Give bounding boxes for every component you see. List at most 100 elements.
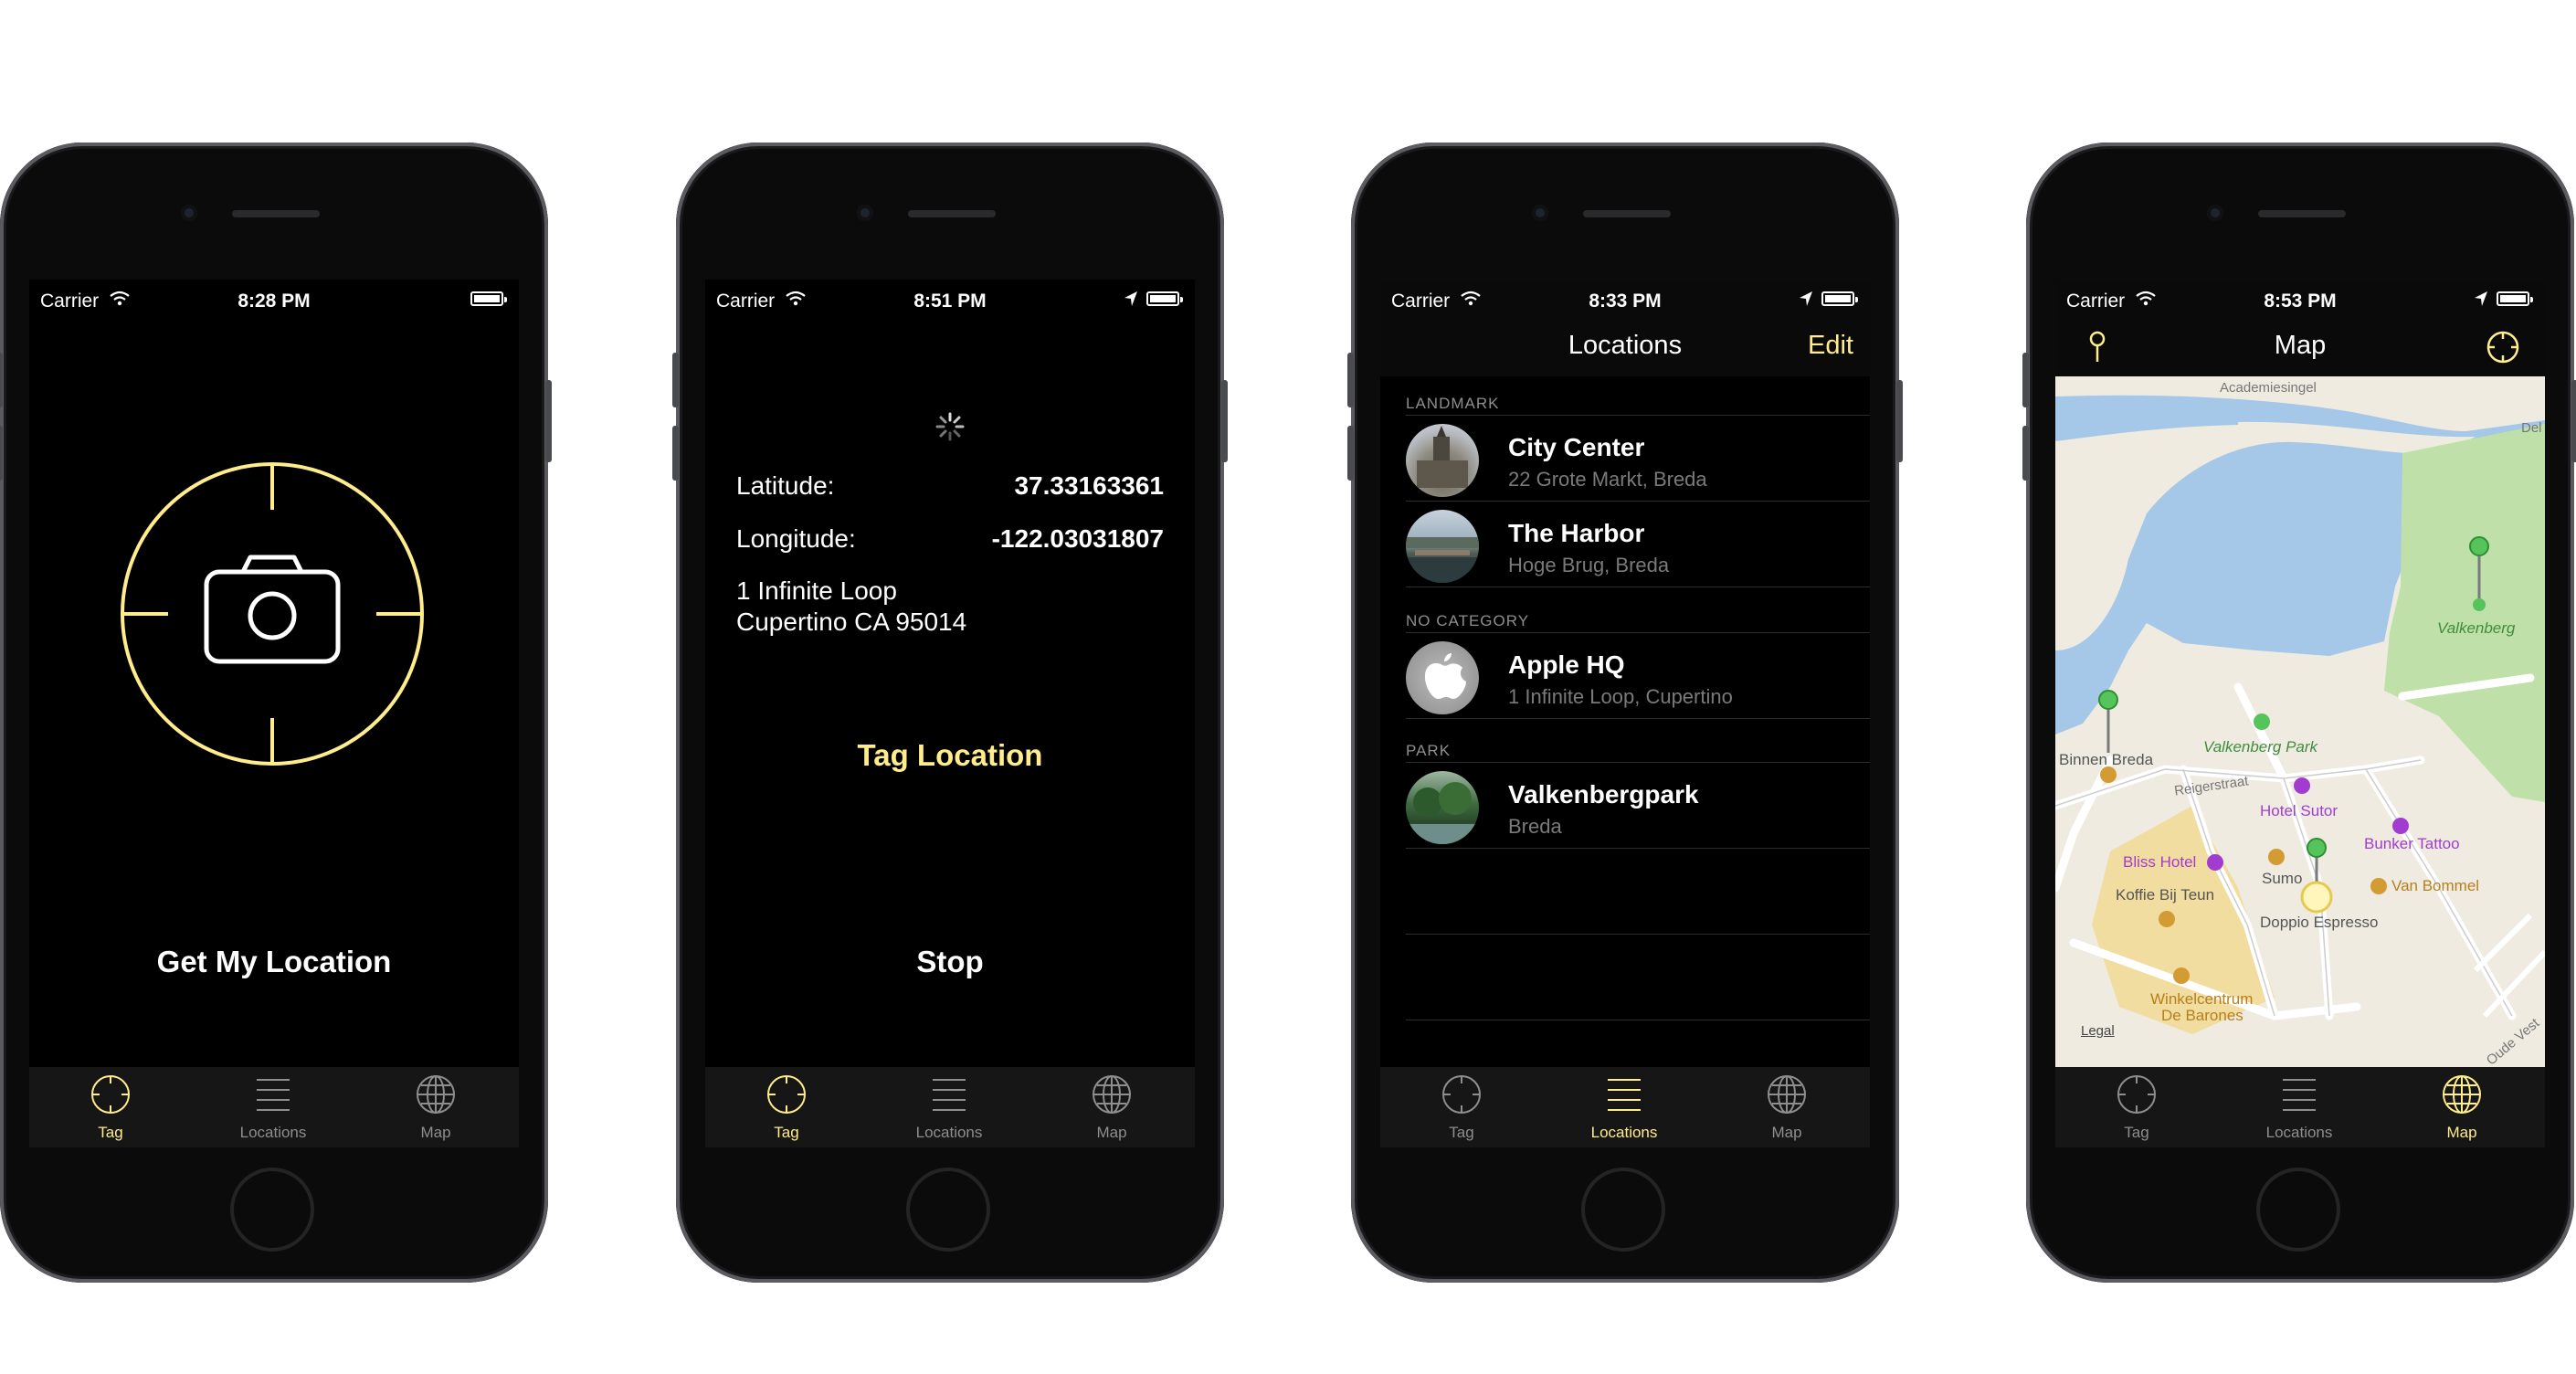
map-label: Bliss Hotel: [2123, 853, 2197, 871]
status-time: 8:51 PM: [913, 291, 987, 312]
street-label: Academiesingel: [2220, 380, 2317, 396]
tab-label: Map: [2446, 1124, 2477, 1141]
volume-button: [2022, 353, 2029, 407]
tab-bar: Tag Locations Map: [705, 1067, 1195, 1147]
battery-icon: [1821, 291, 1858, 306]
home-button[interactable]: [2256, 1168, 2340, 1252]
crosshair-icon[interactable]: [2485, 329, 2521, 365]
map-label: Van Bommel: [2391, 877, 2480, 894]
tab-locations[interactable]: Locations: [868, 1067, 1030, 1147]
tab-tag[interactable]: Tag: [2055, 1067, 2218, 1147]
section-header: NO CATEGORY: [1406, 612, 1530, 629]
status-time: 8:53 PM: [2264, 291, 2337, 312]
map-view[interactable]: Academiesingel Del Valkenberg Valkenberg…: [2055, 376, 2545, 1067]
section-header: LANDMARK: [1406, 395, 1500, 412]
screen: Carrier 8:28 PM Get My Location Tag Loca…: [29, 280, 519, 1147]
activity-spinner-icon: [935, 412, 965, 441]
list-icon: [2283, 1079, 2316, 1111]
list-item[interactable]: Apple HQ 1 Infinite Loop, Cupertino: [1406, 634, 1870, 719]
volume-button: [1347, 353, 1354, 407]
location-arrow-icon: [2475, 291, 2487, 306]
section-header: PARK: [1406, 742, 1452, 759]
crosshair-icon: [2117, 1075, 2156, 1114]
power-button: [2571, 380, 2576, 462]
latitude-value: 37.33163361: [1014, 471, 1164, 500]
legal-link[interactable]: Legal: [2081, 1023, 2115, 1039]
divider: [1406, 415, 1870, 416]
earpiece-speaker: [908, 210, 996, 217]
tab-bar: Tag Locations Map: [29, 1067, 519, 1147]
get-my-location-button[interactable]: Get My Location: [29, 945, 519, 979]
phone-locations-screen: Carrier 8:33 PM Locations Edit LANDMARK …: [1347, 143, 1903, 1283]
longitude-value: -122.03031807: [991, 524, 1164, 553]
navigation-bar: Map: [2055, 316, 2545, 376]
tab-map[interactable]: Map: [1030, 1067, 1193, 1147]
home-button[interactable]: [230, 1168, 314, 1252]
tab-label: Locations: [1590, 1124, 1658, 1141]
camera-crosshair-icon[interactable]: [117, 459, 428, 769]
tab-label: Locations: [915, 1124, 983, 1141]
list-item[interactable]: The Harbor Hoge Brug, Breda: [1406, 502, 1870, 587]
volume-button: [672, 426, 679, 481]
tab-tag[interactable]: Tag: [705, 1067, 868, 1147]
divider: [1406, 632, 1870, 633]
list-item[interactable]: Valkenbergpark Breda: [1406, 764, 1870, 849]
harbor-thumbnail: [1406, 510, 1479, 583]
tab-map[interactable]: Map: [1705, 1067, 1868, 1147]
map-label: Bunker Tattoo: [2364, 835, 2460, 852]
tab-locations[interactable]: Locations: [192, 1067, 354, 1147]
tab-label: Tag: [2124, 1124, 2149, 1141]
tab-tag[interactable]: Tag: [29, 1067, 192, 1147]
map-canvas: [2055, 395, 2545, 1034]
locations-list: LANDMARK City Center 22 Grote Markt, Bre…: [1380, 376, 1870, 1067]
map-label: Valkenberg Park: [2203, 738, 2318, 756]
tab-locations[interactable]: Locations: [1543, 1067, 1705, 1147]
tab-label: Tag: [774, 1124, 799, 1141]
address-line-1: 1 Infinite Loop: [736, 576, 897, 605]
navigation-bar: Locations Edit: [1380, 316, 1870, 376]
battery-icon: [1146, 291, 1183, 306]
status-bar: Carrier 8:53 PM: [2055, 280, 2545, 316]
page-title: Locations: [1568, 331, 1683, 360]
list-icon: [1608, 1079, 1641, 1111]
tab-map[interactable]: Map: [354, 1067, 517, 1147]
front-camera: [1532, 205, 1548, 221]
status-time: 8:33 PM: [1589, 291, 1662, 312]
earpiece-speaker: [1583, 210, 1671, 217]
list-item-subtitle: 1 Infinite Loop, Cupertino: [1508, 685, 1733, 708]
tab-map[interactable]: Map: [2381, 1067, 2543, 1147]
tab-label: Locations: [2265, 1124, 2333, 1141]
home-button[interactable]: [906, 1168, 990, 1252]
edit-button[interactable]: Edit: [1808, 331, 1853, 361]
status-time: 8:28 PM: [238, 291, 311, 312]
list-item-title: Valkenbergpark: [1508, 780, 1699, 809]
home-button[interactable]: [1581, 1168, 1665, 1252]
divider: [1406, 762, 1870, 763]
status-bar: Carrier 8:51 PM: [705, 280, 1195, 316]
list-item[interactable]: City Center 22 Grote Markt, Breda: [1406, 417, 1870, 502]
status-bar: Carrier 8:28 PM: [29, 280, 519, 316]
volume-button: [672, 353, 679, 407]
list-item-subtitle: 22 Grote Markt, Breda: [1508, 468, 1707, 491]
map-label: Valkenberg: [2437, 619, 2516, 637]
address-line-2: Cupertino CA 95014: [736, 608, 967, 636]
volume-button: [0, 353, 3, 407]
page-title: Map: [2274, 331, 2327, 360]
tag-location-button[interactable]: Tag Location: [705, 738, 1195, 773]
list-item-subtitle: Breda: [1508, 815, 1562, 838]
tab-label: Tag: [1449, 1124, 1474, 1141]
phone-tag-result-screen: Carrier 8:51 PM Latitude: 37.33163361 Lo…: [672, 143, 1228, 1283]
volume-button: [2022, 426, 2029, 481]
map-label: Sumo: [2262, 870, 2303, 887]
stop-button[interactable]: Stop: [705, 945, 1195, 979]
front-camera: [181, 205, 197, 221]
front-camera: [2207, 205, 2223, 221]
list-item-subtitle: Hoge Brug, Breda: [1508, 554, 1670, 576]
list-icon: [933, 1079, 966, 1111]
globe-icon: [417, 1075, 455, 1114]
tab-tag[interactable]: Tag: [1380, 1067, 1543, 1147]
tab-label: Tag: [98, 1124, 123, 1141]
tab-locations[interactable]: Locations: [2218, 1067, 2381, 1147]
map-label: Doppio Espresso: [2260, 914, 2379, 931]
volume-button: [1347, 426, 1354, 481]
